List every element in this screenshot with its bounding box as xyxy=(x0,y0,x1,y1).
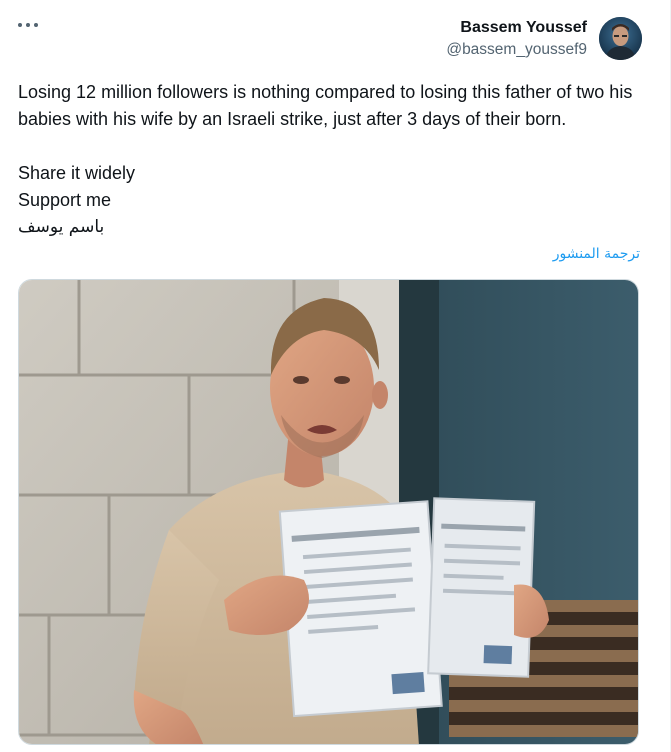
tweet-text-signature: باسم يوسف xyxy=(18,217,105,237)
photo-father-holding-documents xyxy=(19,280,638,744)
author-info[interactable]: Bassem Youssef @bassem_youssef9 xyxy=(446,17,587,61)
more-dot xyxy=(26,23,30,27)
tweet-text-main: Losing 12 million followers is nothing c… xyxy=(18,82,633,129)
author-handle[interactable]: @bassem_youssef9 xyxy=(446,39,587,61)
tweet-text-share: Share it widely xyxy=(18,163,136,183)
author-name[interactable]: Bassem Youssef xyxy=(446,17,587,39)
tweet-card: Bassem Youssef @bassem_youssef9 Losing 1… xyxy=(0,0,671,752)
tweet-text: Losing 12 million followers is nothing c… xyxy=(18,79,644,241)
tweet-photo[interactable] xyxy=(18,279,639,745)
avatar[interactable] xyxy=(599,17,642,60)
translate-post-link[interactable]: ترجمة المنشور xyxy=(553,246,640,262)
more-options-button[interactable] xyxy=(14,16,42,34)
tweet-text-support: Support me xyxy=(18,190,112,210)
more-dot xyxy=(34,23,38,27)
more-horizontal-icon xyxy=(18,23,22,27)
